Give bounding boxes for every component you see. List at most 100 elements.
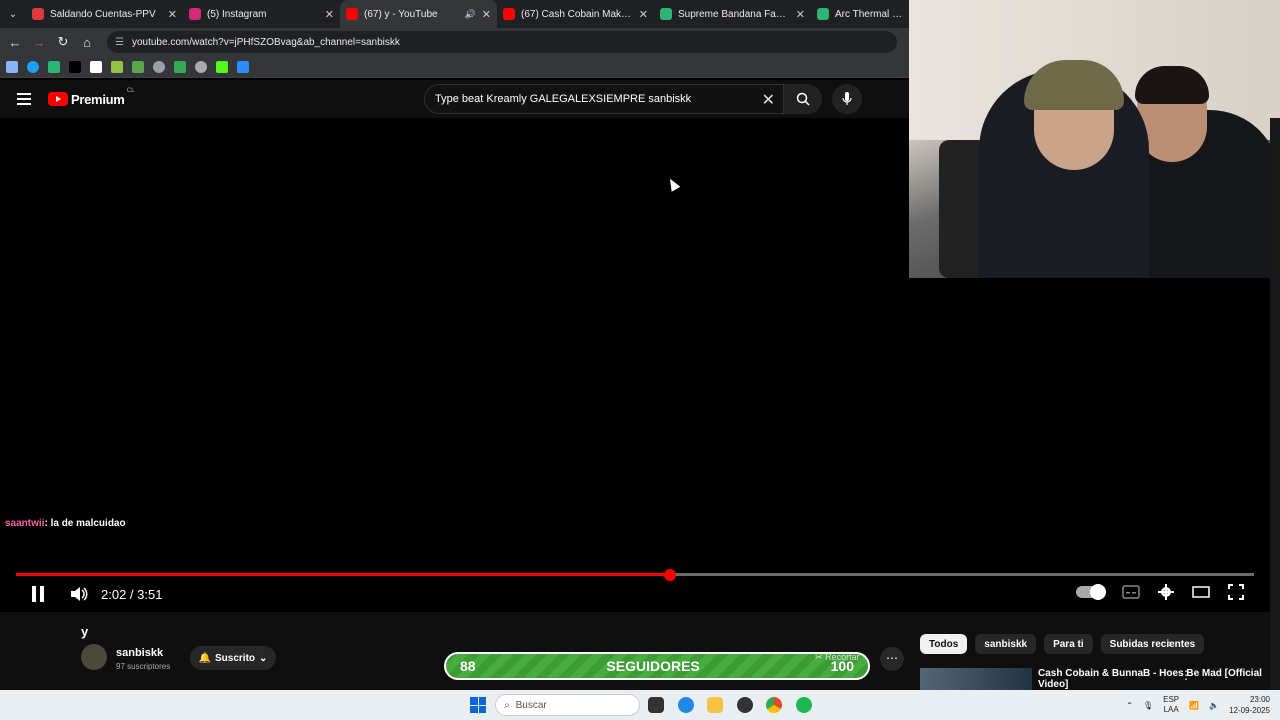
file-explorer-icon[interactable] <box>707 697 723 713</box>
progress-bar[interactable] <box>16 573 1254 576</box>
menu-icon[interactable] <box>17 90 31 108</box>
url-field[interactable]: ☰ youtube.com/watch?v=jPHfSZOBvag&ab_cha… <box>107 31 897 53</box>
chat-message: saantwii: la de malcuidao <box>5 518 126 529</box>
close-tab-icon[interactable]: ✕ <box>639 8 648 21</box>
bookmark-icon[interactable] <box>27 60 39 73</box>
recommended-title[interactable]: Cash Cobain & BunnaB - Hoes Be Mad [Offi… <box>1038 668 1280 690</box>
more-actions-button[interactable]: ⋯ <box>880 647 904 671</box>
recommended-thumbnail[interactable] <box>920 668 1032 690</box>
channel-name[interactable]: sanbiskk <box>116 647 163 659</box>
close-tab-icon[interactable]: ✕ <box>482 8 491 21</box>
browser-tab[interactable]: Arc Thermal Zip Up <box>811 0 910 28</box>
search-input[interactable]: Type beat Kreamly GALEGALEXSIEMPRE sanbi… <box>424 84 784 114</box>
browser-tab[interactable]: Saldando Cuentas-PPV ✕ <box>26 0 183 28</box>
chevron-right-icon[interactable]: › <box>1168 638 1172 650</box>
bookmark-icon[interactable] <box>69 60 81 73</box>
bookmark-icon[interactable] <box>132 60 144 73</box>
chrome-icon[interactable] <box>766 697 782 713</box>
edge-icon[interactable] <box>678 697 694 713</box>
theater-mode-icon[interactable] <box>1192 586 1210 598</box>
page-scrollbar[interactable] <box>1270 118 1280 690</box>
spotify-icon[interactable] <box>796 697 812 713</box>
clock[interactable]: 23:00 12-09-2025 <box>1229 694 1270 716</box>
follower-current: 88 <box>460 658 476 674</box>
browser-tab[interactable]: Supreme Bandana Faux Fur Bom ✕ <box>654 0 811 28</box>
country-code: CL <box>126 87 135 94</box>
microphone-icon <box>842 92 852 105</box>
clock-date: 12-09-2025 <box>1229 706 1270 715</box>
windows-taskbar: ⌕ Buscar ⌃ 🎙 ESP LAA 📶 🔈 23:00 12-09-202… <box>0 690 1280 720</box>
youtube-premium-logo[interactable]: Premium CL <box>48 88 135 107</box>
tab-favicon <box>346 8 358 20</box>
apps-icon[interactable] <box>6 60 18 73</box>
speaker-icon[interactable]: 🔊 <box>465 9 476 20</box>
bookmark-icon[interactable] <box>195 60 207 73</box>
close-tab-icon[interactable]: ✕ <box>325 8 334 21</box>
follower-goal-widget: 88 SEGUIDORES 100 <box>444 652 870 680</box>
bookmark-icon[interactable] <box>216 60 228 73</box>
bookmark-icon[interactable] <box>237 60 249 73</box>
taskbar-search[interactable]: ⌕ Buscar <box>495 694 640 716</box>
subscriber-count: 97 suscriptores <box>116 662 171 671</box>
forward-icon[interactable]: → <box>27 35 51 50</box>
autoplay-toggle[interactable] <box>1076 584 1106 600</box>
lang-bottom: LAA <box>1163 705 1179 714</box>
tab-title: (67) y - YouTube <box>364 8 438 20</box>
speaker-icon[interactable]: 🔈 <box>1209 701 1219 710</box>
browser-tab-active[interactable]: (67) y - YouTube 🔊 ✕ <box>340 0 497 28</box>
bookmark-icon[interactable] <box>111 60 123 73</box>
pause-button[interactable] <box>32 582 48 606</box>
browser-tab[interactable]: (67) Cash Cobain Makes A Beat ✕ <box>497 0 654 28</box>
bookmark-icon[interactable] <box>48 60 60 73</box>
reload-icon[interactable]: ↻ <box>51 34 75 50</box>
lang-top: ESP <box>1163 695 1180 704</box>
input-language[interactable]: ESP LAA <box>1163 695 1179 715</box>
time-display: 2:02 / 3:51 <box>101 586 163 602</box>
tab-search-dropdown[interactable]: ⌄ <box>0 0 26 28</box>
browser-tab[interactable]: (5) Instagram ✕ <box>183 0 340 28</box>
video-title: y <box>81 624 89 639</box>
bookmark-icon[interactable] <box>90 60 102 73</box>
subscribed-button[interactable]: 🔔 Suscrito ⌄ <box>190 646 276 670</box>
obs-icon[interactable] <box>737 697 753 713</box>
task-view-icon[interactable] <box>648 697 664 713</box>
bookmark-icon[interactable] <box>174 60 186 73</box>
search-value: Type beat Kreamly GALEGALEXSIEMPRE sanbi… <box>435 93 692 105</box>
clip-button[interactable]: ✂ Recortar <box>815 652 860 663</box>
subtitles-icon[interactable] <box>1122 585 1140 599</box>
tab-favicon <box>817 8 829 20</box>
chip-todos[interactable]: Todos <box>920 634 968 654</box>
wifi-icon[interactable]: 📶 <box>1189 701 1199 710</box>
close-tab-icon[interactable]: ✕ <box>168 8 177 21</box>
windows-start-icon[interactable] <box>470 697 486 713</box>
search-icon: ⌕ <box>504 699 510 711</box>
chip-para-ti[interactable]: Para ti <box>1044 634 1093 654</box>
close-tab-icon[interactable]: ✕ <box>796 8 805 21</box>
bookmark-icon[interactable] <box>153 60 165 73</box>
kebab-menu-icon[interactable]: ⋮ <box>1180 668 1192 682</box>
channel-avatar[interactable] <box>81 644 107 670</box>
chat-text: : la de malcuidao <box>44 518 126 529</box>
subscribe-label: Suscrito <box>215 652 256 664</box>
youtube-header: Premium CL Type beat Kreamly GALEGALEXSI… <box>0 80 910 118</box>
clear-search-icon[interactable]: ✕ <box>762 90 775 110</box>
chevron-down-icon: ⌄ <box>259 652 268 664</box>
microphone-icon[interactable]: 🎙 <box>1143 701 1153 710</box>
tab-favicon <box>189 8 201 20</box>
bell-icon: 🔔 <box>198 652 212 664</box>
chip-channel[interactable]: sanbiskk <box>975 634 1037 654</box>
search-button[interactable] <box>784 84 822 114</box>
chevron-up-icon[interactable]: ⌃ <box>1126 701 1133 710</box>
back-icon[interactable]: ← <box>3 35 27 50</box>
volume-button[interactable] <box>70 582 88 606</box>
player-right-controls <box>1076 584 1244 600</box>
home-icon[interactable]: ⌂ <box>75 35 99 50</box>
fullscreen-icon[interactable] <box>1228 584 1244 600</box>
chip-recent-uploads[interactable]: Subidas recientes <box>1100 634 1205 654</box>
mouse-cursor <box>665 176 681 192</box>
scrubber-handle[interactable] <box>663 569 676 581</box>
settings-gear-icon[interactable] <box>1158 584 1174 600</box>
site-info-icon[interactable]: ☰ <box>115 37 124 48</box>
logo-text: Premium <box>71 91 125 107</box>
voice-search-button[interactable] <box>832 84 862 114</box>
